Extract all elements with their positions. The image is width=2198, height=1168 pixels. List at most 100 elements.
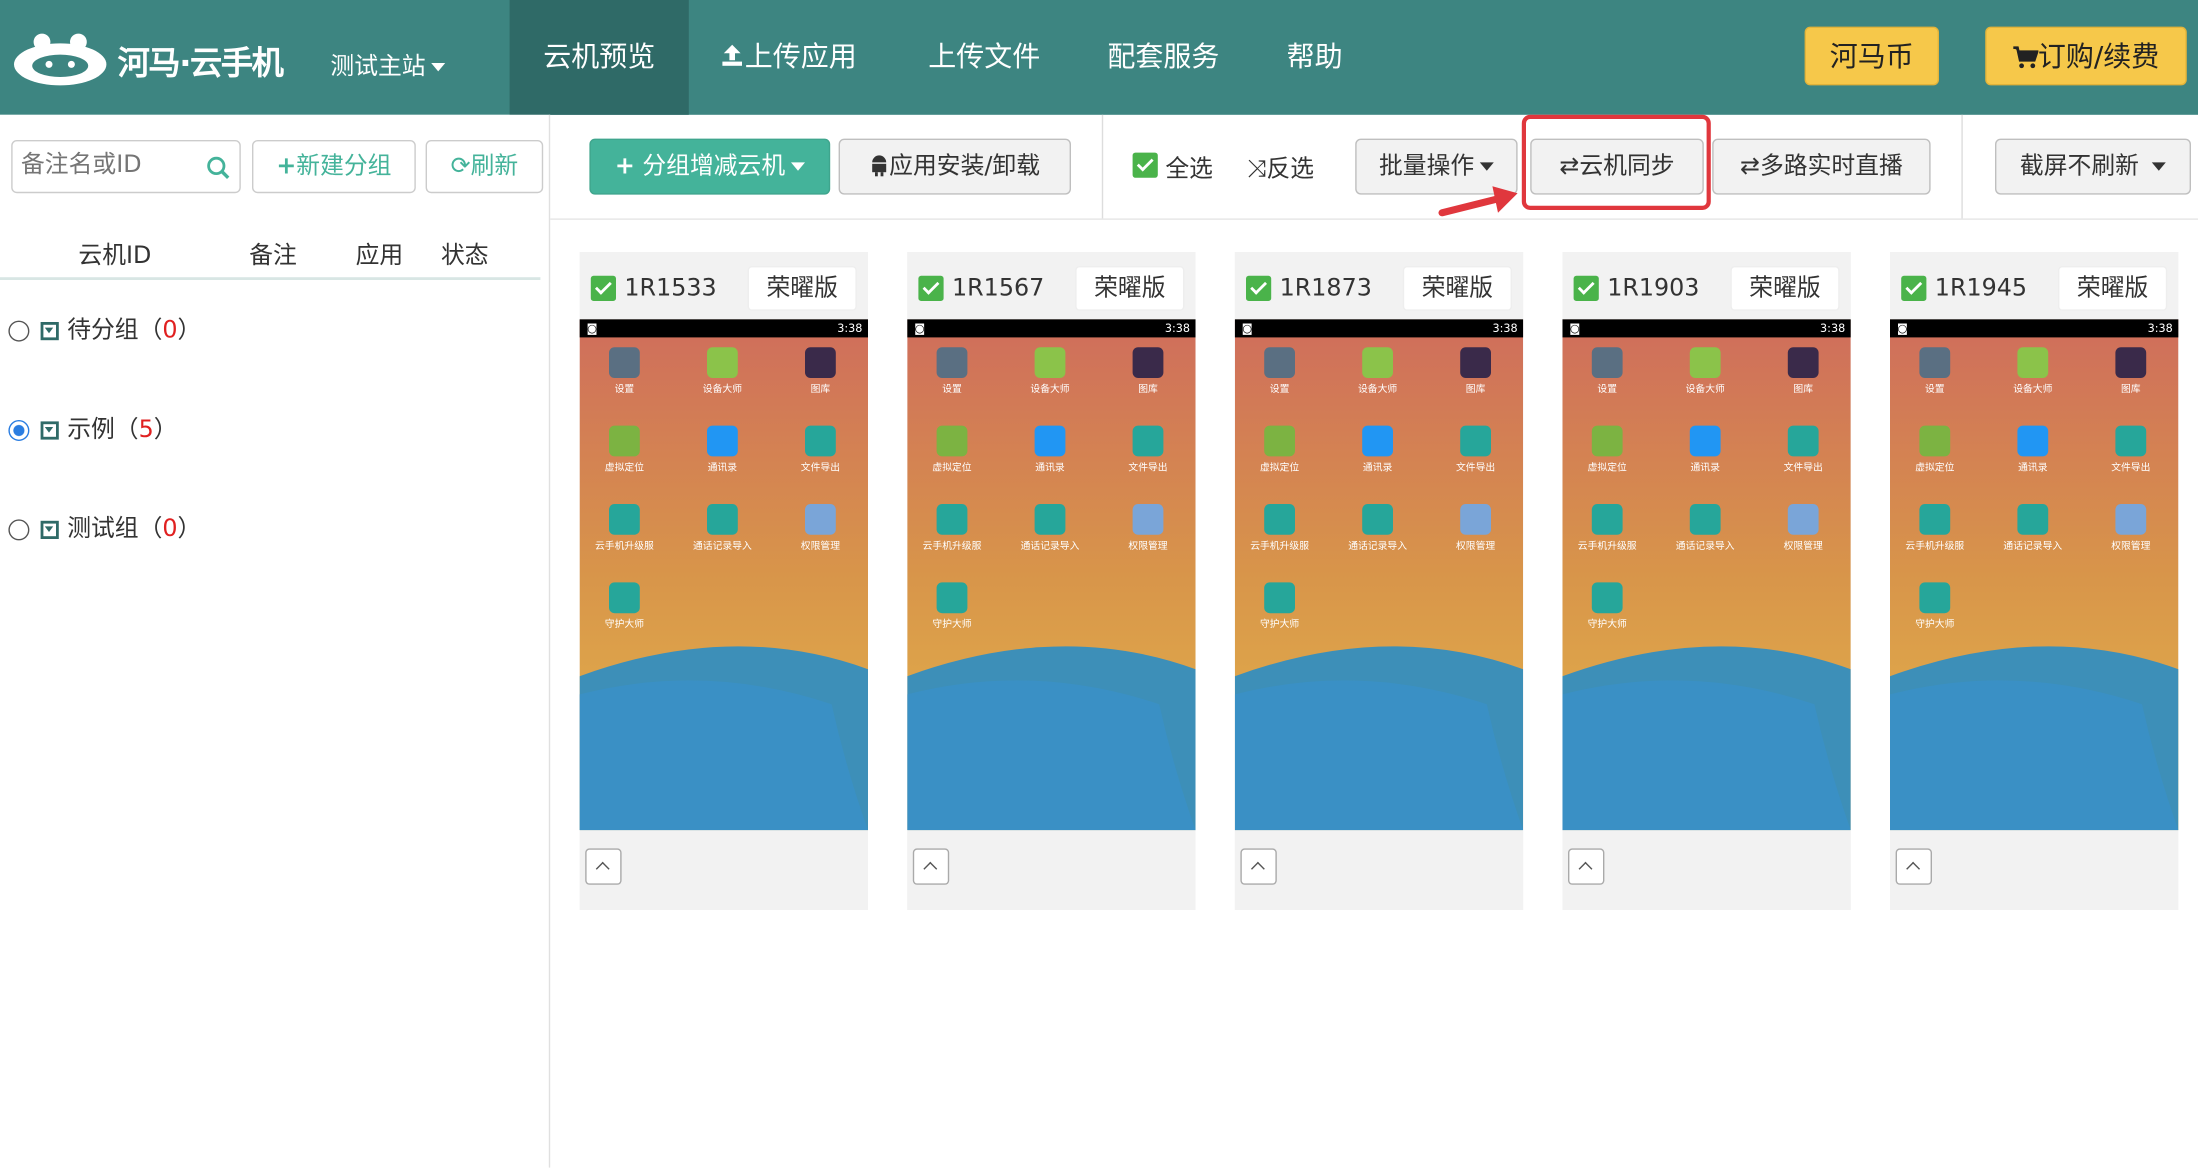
select-all-toggle[interactable]: 全选: [1132, 148, 1213, 183]
collapse-icon[interactable]: [40, 321, 59, 340]
app-shortcut[interactable]: 图库: [778, 347, 862, 396]
device-screen[interactable]: ◙ 3:38 设置 设备大师 图库 虚拟定位 通讯录 文件导出 云手机升级服 通…: [1890, 319, 2179, 831]
device-checkbox[interactable]: [1246, 275, 1272, 301]
app-shortcut[interactable]: 通话记录导入: [680, 504, 764, 553]
app-shortcut[interactable]: 通话记录导入: [1008, 504, 1092, 553]
collapse-icon[interactable]: [40, 420, 59, 439]
app-shortcut[interactable]: 云手机升级服: [910, 504, 994, 553]
device-screen[interactable]: ◙ 3:38 设置 设备大师 图库 虚拟定位 通讯录 文件导出 云手机升级服 通…: [907, 319, 1196, 831]
search-icon[interactable]: [206, 155, 231, 180]
app-shortcut[interactable]: 虚拟定位: [1565, 425, 1649, 475]
app-shortcut[interactable]: 守护大师: [910, 582, 994, 631]
app-shortcut[interactable]: 通讯录: [1991, 425, 2075, 475]
device-id[interactable]: 1R1945: [1901, 274, 2027, 302]
app-install-button[interactable]: 应用安装/卸载: [838, 138, 1071, 195]
hippo-coin-button[interactable]: 河马币: [1804, 26, 1939, 86]
app-shortcut[interactable]: 通讯录: [1008, 425, 1092, 475]
nav-services[interactable]: 配套服务: [1107, 0, 1219, 115]
app-shortcut[interactable]: 守护大师: [1893, 582, 1977, 631]
app-shortcut[interactable]: 文件导出: [1434, 425, 1518, 475]
device-id[interactable]: 1R1567: [918, 274, 1044, 302]
collapse-up-button[interactable]: [912, 848, 950, 885]
group-row-test[interactable]: 测试组（0）: [8, 512, 201, 546]
app-shortcut[interactable]: 云手机升级服: [1893, 504, 1977, 553]
app-shortcut[interactable]: 通讯录: [1336, 425, 1420, 475]
app-shortcut[interactable]: 图库: [1434, 347, 1518, 396]
device-card[interactable]: 1R1567 荣曜版 ◙ 3:38 设置 设备大师 图库 虚拟定位 通讯录 文件…: [907, 252, 1196, 910]
nav-upload-file[interactable]: 上传文件: [928, 0, 1040, 115]
group-radio-selected[interactable]: [8, 419, 30, 441]
app-shortcut[interactable]: 设备大师: [1991, 347, 2075, 396]
app-shortcut[interactable]: 设置: [1893, 347, 1977, 396]
app-shortcut[interactable]: 图库: [1106, 347, 1190, 396]
device-id[interactable]: 1R1903: [1573, 274, 1699, 302]
site-selector[interactable]: 测试主站: [330, 46, 446, 81]
screenshot-mode-select[interactable]: 截屏不刷新: [1995, 138, 2191, 195]
app-shortcut[interactable]: 设置: [582, 347, 666, 396]
app-shortcut[interactable]: 通讯录: [1663, 425, 1747, 475]
app-shortcut[interactable]: 设备大师: [680, 347, 764, 396]
device-card[interactable]: 1R1533 荣曜版 ◙ 3:38 设置 设备大师 图库 虚拟定位 通讯录 文件…: [579, 252, 868, 910]
order-renew-button[interactable]: 订购/续费: [1985, 26, 2187, 86]
device-id[interactable]: 1R1873: [1246, 274, 1372, 302]
nav-help[interactable]: 帮助: [1287, 0, 1343, 115]
collapse-up-button[interactable]: [1568, 848, 1605, 885]
app-shortcut[interactable]: 云手机升级服: [1238, 504, 1322, 553]
group-radio[interactable]: [8, 319, 30, 341]
app-shortcut[interactable]: 守护大师: [582, 582, 666, 631]
app-shortcut[interactable]: 设置: [1238, 347, 1322, 396]
app-shortcut[interactable]: 权限管理: [2089, 504, 2173, 553]
group-row-example[interactable]: 示例（5）: [8, 413, 178, 447]
app-shortcut[interactable]: 设备大师: [1663, 347, 1747, 396]
device-checkbox[interactable]: [1573, 275, 1599, 301]
app-shortcut[interactable]: 设置: [910, 347, 994, 396]
app-shortcut[interactable]: 权限管理: [1761, 504, 1845, 553]
device-checkbox[interactable]: [918, 275, 944, 301]
app-shortcut[interactable]: 云手机升级服: [582, 504, 666, 553]
new-group-button[interactable]: +新建分组: [252, 140, 416, 194]
nav-cloud-preview[interactable]: 云机预览: [509, 0, 689, 115]
invert-selection-button[interactable]: ⤨反选: [1247, 148, 1314, 183]
app-shortcut[interactable]: 设备大师: [1336, 347, 1420, 396]
app-shortcut[interactable]: 文件导出: [1106, 425, 1190, 475]
group-radio[interactable]: [8, 518, 30, 540]
nav-upload-app[interactable]: 上传应用: [720, 0, 857, 115]
app-shortcut[interactable]: 通话记录导入: [1663, 504, 1747, 553]
multi-live-button[interactable]: ⇄多路实时直播: [1712, 138, 1931, 195]
app-shortcut[interactable]: 权限管理: [1106, 504, 1190, 553]
app-shortcut[interactable]: 通话记录导入: [1991, 504, 2075, 553]
app-shortcut[interactable]: 虚拟定位: [910, 425, 994, 475]
app-shortcut[interactable]: 虚拟定位: [1238, 425, 1322, 475]
app-shortcut[interactable]: 通话记录导入: [1336, 504, 1420, 553]
search-box[interactable]: [11, 140, 241, 194]
group-add-devices-button[interactable]: + 分组增减云机: [589, 138, 831, 195]
group-row-unassigned[interactable]: 待分组（0）: [8, 314, 201, 348]
device-checkbox[interactable]: [1901, 275, 1927, 301]
app-shortcut[interactable]: 设置: [1565, 347, 1649, 396]
collapse-up-button[interactable]: [1240, 848, 1277, 885]
device-id[interactable]: 1R1533: [590, 274, 717, 302]
collapse-up-button[interactable]: [1895, 848, 1932, 885]
device-card[interactable]: 1R1945 荣曜版 ◙ 3:38 设置 设备大师 图库 虚拟定位 通讯录 文件…: [1890, 252, 2179, 910]
collapse-icon[interactable]: [40, 520, 59, 539]
app-shortcut[interactable]: 图库: [2089, 347, 2173, 396]
device-card[interactable]: 1R1903 荣曜版 ◙ 3:38 设置 设备大师 图库 虚拟定位 通讯录 文件…: [1562, 252, 1851, 910]
select-all-checkbox[interactable]: [1132, 152, 1158, 178]
app-shortcut[interactable]: 通讯录: [680, 425, 764, 475]
app-shortcut[interactable]: 守护大师: [1238, 582, 1322, 631]
device-card[interactable]: 1R1873 荣曜版 ◙ 3:38 设置 设备大师 图库 虚拟定位 通讯录 文件…: [1234, 252, 1524, 910]
app-shortcut[interactable]: 云手机升级服: [1565, 504, 1649, 553]
device-checkbox[interactable]: [590, 275, 616, 301]
app-shortcut[interactable]: 文件导出: [2089, 425, 2173, 475]
app-shortcut[interactable]: 虚拟定位: [1893, 425, 1977, 475]
app-shortcut[interactable]: 图库: [1761, 347, 1845, 396]
app-shortcut[interactable]: 守护大师: [1565, 582, 1649, 631]
search-input[interactable]: [12, 141, 212, 189]
refresh-button[interactable]: ⟳刷新: [425, 140, 544, 194]
collapse-up-button[interactable]: [585, 848, 622, 885]
app-shortcut[interactable]: 文件导出: [778, 425, 862, 475]
device-screen[interactable]: ◙ 3:38 设置 设备大师 图库 虚拟定位 通讯录 文件导出 云手机升级服 通…: [1234, 319, 1524, 831]
device-screen[interactable]: ◙ 3:38 设置 设备大师 图库 虚拟定位 通讯录 文件导出 云手机升级服 通…: [1562, 319, 1851, 831]
app-shortcut[interactable]: 虚拟定位: [582, 425, 666, 475]
app-shortcut[interactable]: 权限管理: [778, 504, 862, 553]
